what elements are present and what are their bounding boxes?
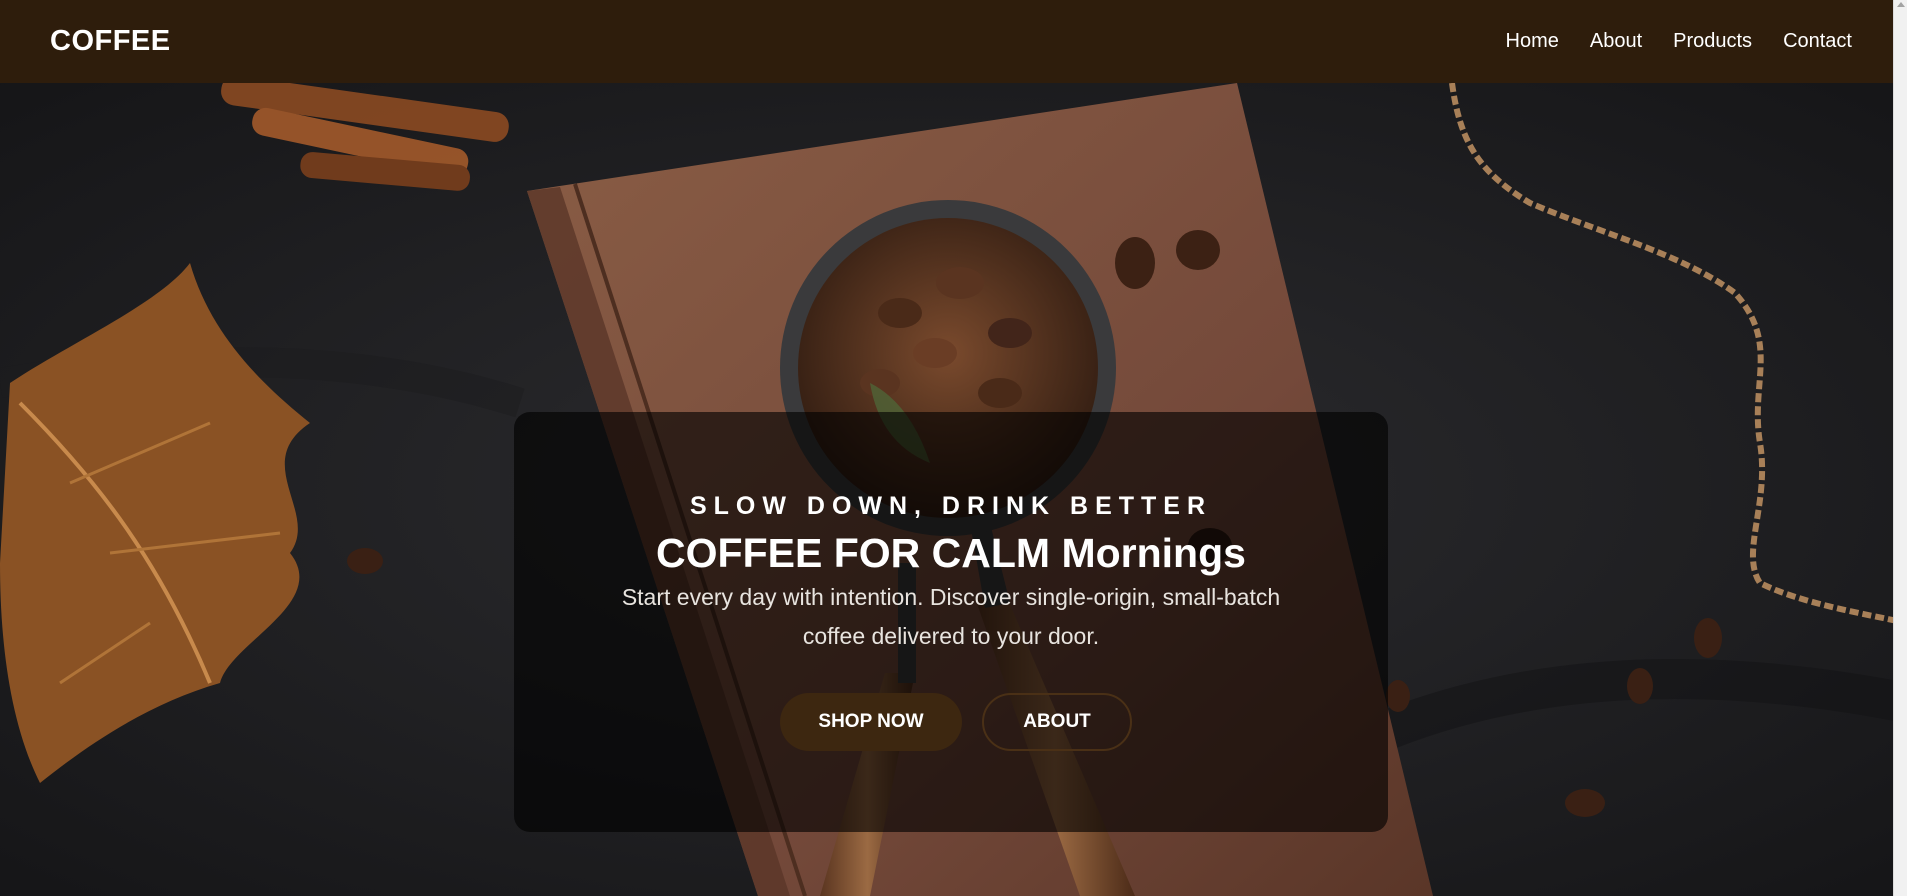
- navbar: COFFEE Home About Products Contact: [0, 0, 1907, 83]
- hero-section: SLOW DOWN, DRINK BETTER COFFEE FOR CALM …: [0, 83, 1907, 896]
- nav-link-home[interactable]: Home: [1506, 30, 1559, 53]
- hero-headline: COFFEE FOR CALM Mornings: [656, 530, 1246, 576]
- nav-link-about[interactable]: About: [1590, 30, 1642, 53]
- nav-links: Home About Products Contact: [1506, 30, 1853, 53]
- about-button[interactable]: ABOUT: [982, 693, 1132, 751]
- hero-button-group: SHOP NOW ABOUT: [514, 693, 1388, 751]
- nav-link-contact[interactable]: Contact: [1783, 30, 1852, 53]
- hero-overlay-card: SLOW DOWN, DRINK BETTER COFFEE FOR CALM …: [514, 412, 1388, 832]
- hero-eyebrow: SLOW DOWN, DRINK BETTER: [689, 492, 1213, 520]
- scroll-up-icon[interactable]: [1897, 2, 1905, 7]
- nav-link-products[interactable]: Products: [1673, 30, 1752, 53]
- brand-logo[interactable]: COFFEE: [50, 25, 171, 58]
- page-scrollbar[interactable]: [1893, 0, 1907, 896]
- shop-now-button[interactable]: SHOP NOW: [780, 693, 962, 751]
- hero-subtext: Start every day with intention. Discover…: [621, 584, 1281, 649]
